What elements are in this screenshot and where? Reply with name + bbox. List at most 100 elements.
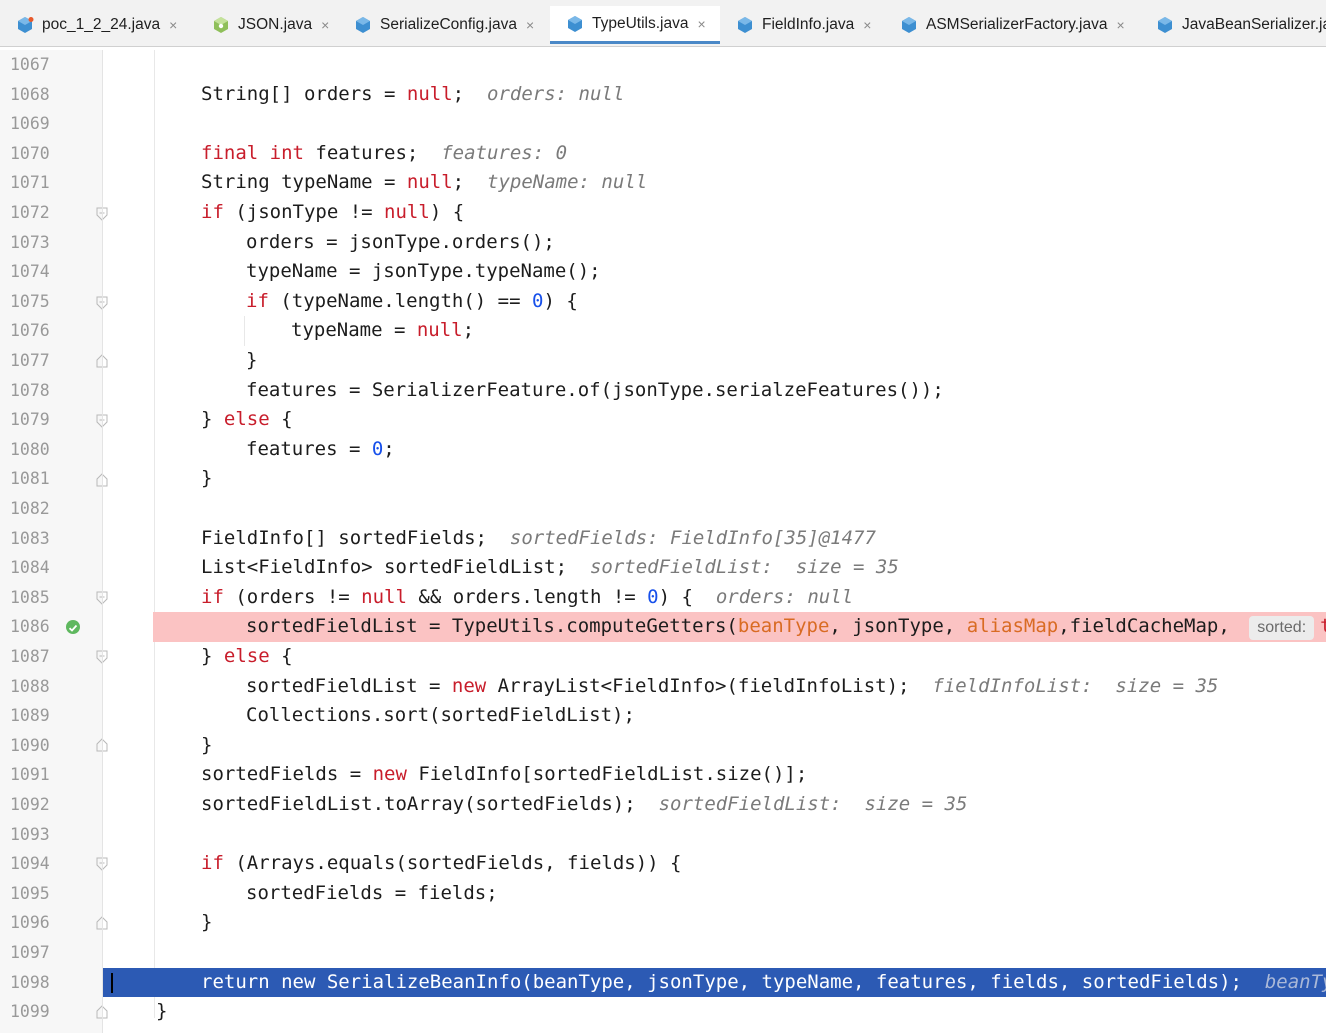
code-line-1072[interactable]: if (jsonType != null) { [103, 198, 1326, 228]
line-number: 1078 [10, 380, 50, 400]
line-number: 1072 [10, 203, 50, 222]
breakpoint-verified-icon[interactable] [66, 620, 80, 634]
line-number: 1085 [10, 587, 50, 607]
code-line-1089[interactable]: Collections.sort(sortedFieldList); [103, 701, 1326, 731]
code-line-1073[interactable]: orders = jsonType.orders(); [103, 228, 1326, 258]
line-number: 1075 [10, 291, 50, 311]
tab-java-bean-serializer[interactable]: JavaBeanSerializer.ja [1140, 6, 1326, 44]
code-text: Collections.sort(sortedFieldList); [246, 704, 635, 727]
close-icon[interactable]: × [863, 17, 871, 33]
code-text: String[] orders = [201, 82, 407, 105]
tab-label: TypeUtils.java [592, 14, 689, 32]
code-line-1092[interactable]: sortedFieldList.toArray(sortedFields); s… [103, 790, 1326, 820]
code-text: ) { [429, 201, 465, 223]
code-area[interactable]: String[] orders = null; orders: null fin… [103, 50, 1326, 1033]
code-text: } [201, 733, 213, 756]
java-class-icon [356, 17, 370, 33]
line-number: 1083 [10, 528, 50, 548]
code-editor[interactable]: 1067 1068 1069 1070 1071 1072 1073 1074 … [0, 50, 1326, 1033]
line-number: 1095 [10, 883, 50, 903]
code-line-1081[interactable]: } [103, 464, 1326, 494]
code-keyword: else [223, 645, 270, 667]
code-line-1088[interactable]: sortedFieldList = new ArrayList<FieldInf… [103, 672, 1326, 702]
debug-inline-value: typeName: null [487, 171, 648, 194]
code-line-1075[interactable]: if (typeName.length() == 0) { [103, 287, 1326, 317]
tab-label: poc_1_2_24.java [42, 16, 161, 33]
code-text: FieldInfo[] sortedFields; [201, 526, 487, 549]
tab-serialize-config[interactable]: SerializeConfig.java × [338, 6, 550, 44]
code-keyword: null [406, 82, 453, 105]
code-keyword: if [246, 289, 269, 312]
debug-inline-value: fieldInfoList: size = 35 [932, 674, 1219, 697]
code-line-1076[interactable]: typeName = null; [103, 316, 1326, 346]
code-text: ArrayList<FieldInfo>(fieldInfoList); [486, 674, 910, 697]
java-class-icon [738, 17, 752, 33]
line-number: 1090 [10, 735, 50, 755]
close-icon[interactable]: × [321, 17, 329, 33]
line-number: 1082 [10, 499, 50, 518]
line-number: 1076 [10, 321, 50, 341]
code-text: sortedFieldList = TypeUtils.computeGette… [246, 615, 738, 638]
code-line-1068[interactable]: String[] orders = null; orders: null [103, 80, 1326, 110]
code-line-1071[interactable]: String typeName = null; typeName: null [103, 168, 1326, 198]
code-text: } [201, 467, 213, 490]
close-icon[interactable]: × [1116, 17, 1124, 33]
line-number: 1080 [10, 439, 50, 459]
code-text: FieldInfo[sortedFieldList.size()]; [406, 763, 808, 786]
code-line-1079[interactable]: } else { [103, 405, 1326, 435]
code-text: } [201, 911, 213, 934]
code-text: sortedFields = fields; [246, 881, 498, 904]
code-line-1094[interactable]: if (Arrays.equals(sortedFields, fields))… [103, 849, 1326, 879]
code-line-1087[interactable]: } else { [103, 642, 1326, 672]
code-text: (jsonType != [223, 201, 385, 223]
code-line-1098-execution-point[interactable]: return new SerializeBeanInfo(beanType, j… [103, 967, 1326, 998]
code-line-1080[interactable]: features = 0; [103, 435, 1326, 465]
code-line-1095[interactable]: sortedFields = fields; [103, 879, 1326, 909]
line-number: 1074 [10, 262, 50, 282]
line-number-gutter[interactable]: 1067 1068 1069 1070 1071 1072 1073 1074 … [0, 50, 108, 1033]
tab-label: JavaBeanSerializer.ja [1182, 16, 1326, 33]
close-icon[interactable]: × [169, 17, 177, 33]
code-text: typeName = jsonType.typeName(); [246, 260, 601, 283]
tab-field-info[interactable]: FieldInfo.java × [720, 6, 884, 44]
code-keyword: if [201, 201, 224, 223]
code-keyword: null [384, 201, 430, 223]
tab-asm-serializer-factory[interactable]: ASMSerializerFactory.java × [884, 6, 1140, 44]
code-line-1078[interactable]: features = SerializerFeature.of(jsonType… [103, 376, 1326, 406]
code-line-1096[interactable]: } [103, 908, 1326, 938]
tab-label: SerializeConfig.java [380, 16, 517, 33]
line-number: 1099 [10, 1002, 50, 1022]
parameter-hint-chip: sorted: [1249, 616, 1315, 641]
tab-label: FieldInfo.java [762, 16, 855, 33]
tab-json[interactable]: JSON.java × [196, 6, 338, 44]
line-number: 1067 [10, 55, 50, 74]
code-line-1090[interactable]: } [103, 731, 1326, 761]
code-line-1083[interactable]: FieldInfo[] sortedFields; sortedFields: … [103, 524, 1326, 554]
line-number: 1073 [10, 232, 50, 252]
debug-inline-value: beanTyp [1264, 970, 1326, 993]
code-keyword: null [416, 319, 463, 342]
code-line-1086-breakpoint[interactable]: sortedFieldList = TypeUtils.computeGette… [153, 612, 1326, 642]
code-line-1070[interactable]: final int features; features: 0 [103, 139, 1326, 169]
code-text: (typeName.length() == [268, 289, 532, 312]
tab-poc-1-2-24[interactable]: poc_1_2_24.java × [0, 6, 196, 44]
code-line-1085[interactable]: if (orders != null && orders.length != 0… [103, 583, 1326, 613]
code-text: } [156, 1000, 168, 1023]
close-icon[interactable]: × [697, 16, 705, 32]
code-line-1077[interactable]: } [103, 346, 1326, 376]
code-text: ,fieldCacheMap, [1058, 615, 1242, 638]
line-number: 1091 [10, 765, 50, 785]
code-line-1099[interactable]: } [103, 997, 1326, 1027]
line-number: 1077 [10, 351, 50, 370]
line-number: 1088 [10, 676, 50, 696]
tab-type-utils[interactable]: TypeUtils.java × [550, 6, 720, 44]
close-icon[interactable]: × [526, 17, 534, 33]
code-line-1084[interactable]: List<FieldInfo> sortedFieldList; sortedF… [103, 553, 1326, 583]
code-line-1074[interactable]: typeName = jsonType.typeName(); [103, 257, 1326, 287]
code-text: sortedFieldList.toArray(sortedFields); [201, 793, 636, 815]
code-text: ; [462, 319, 475, 342]
debug-inline-value: features: 0 [441, 141, 568, 164]
code-line-1091[interactable]: sortedFields = new FieldInfo[sortedField… [103, 760, 1326, 790]
code-keyword: new [451, 674, 487, 697]
code-text: { [269, 645, 293, 667]
